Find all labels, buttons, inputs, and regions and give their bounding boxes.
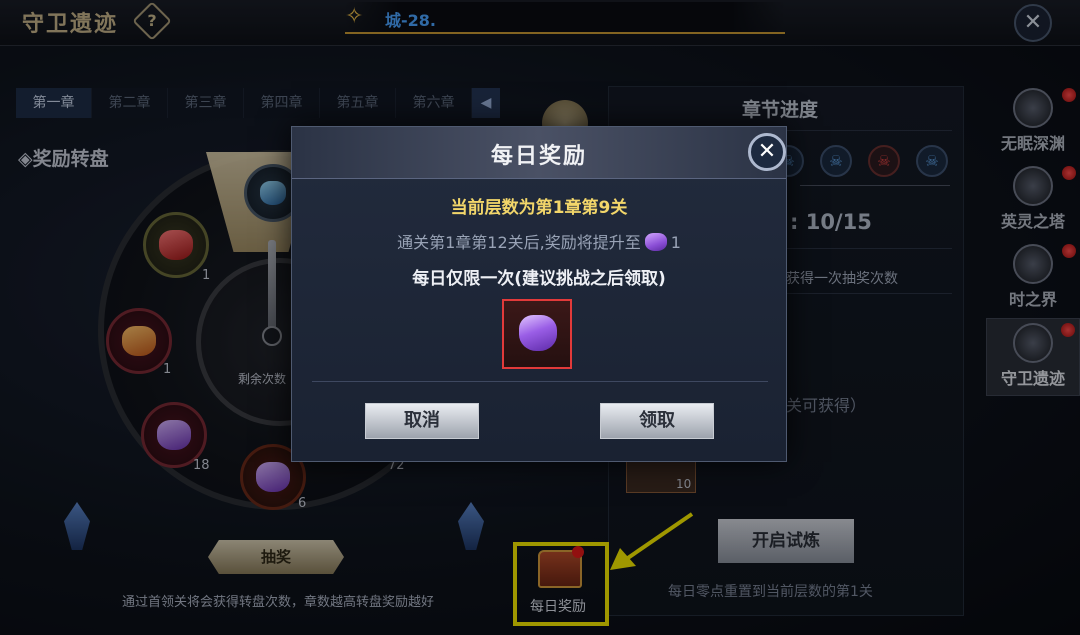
purple-gem-icon bbox=[519, 315, 557, 351]
current-level-text: 当前层数为第1章第9关 bbox=[450, 198, 628, 218]
upgrade-hint-text: 通关第1章第12关后,奖励将提升至 1 bbox=[292, 229, 786, 253]
daily-limit-text: 每日仅限一次(建议挑战之后领取) bbox=[412, 269, 666, 289]
cancel-button[interactable]: 取消 bbox=[365, 403, 479, 439]
claim-button[interactable]: 领取 bbox=[600, 403, 714, 439]
dialog-title: 每日奖励 bbox=[490, 143, 587, 169]
upgrade-hint-amount: 1 bbox=[670, 233, 681, 252]
daily-reward-dialog: 每日奖励 ✕ 当前层数为第1章第9关 通关第1章第12关后,奖励将提升至 1 每日… bbox=[291, 126, 787, 462]
upgrade-hint-prefix: 通关第1章第12关后,奖励将提升至 bbox=[397, 233, 641, 252]
dialog-close-icon[interactable]: ✕ bbox=[748, 133, 786, 171]
dialog-divider bbox=[312, 381, 768, 382]
purple-gem-icon bbox=[644, 233, 667, 251]
reward-item-slot[interactable] bbox=[502, 299, 572, 369]
